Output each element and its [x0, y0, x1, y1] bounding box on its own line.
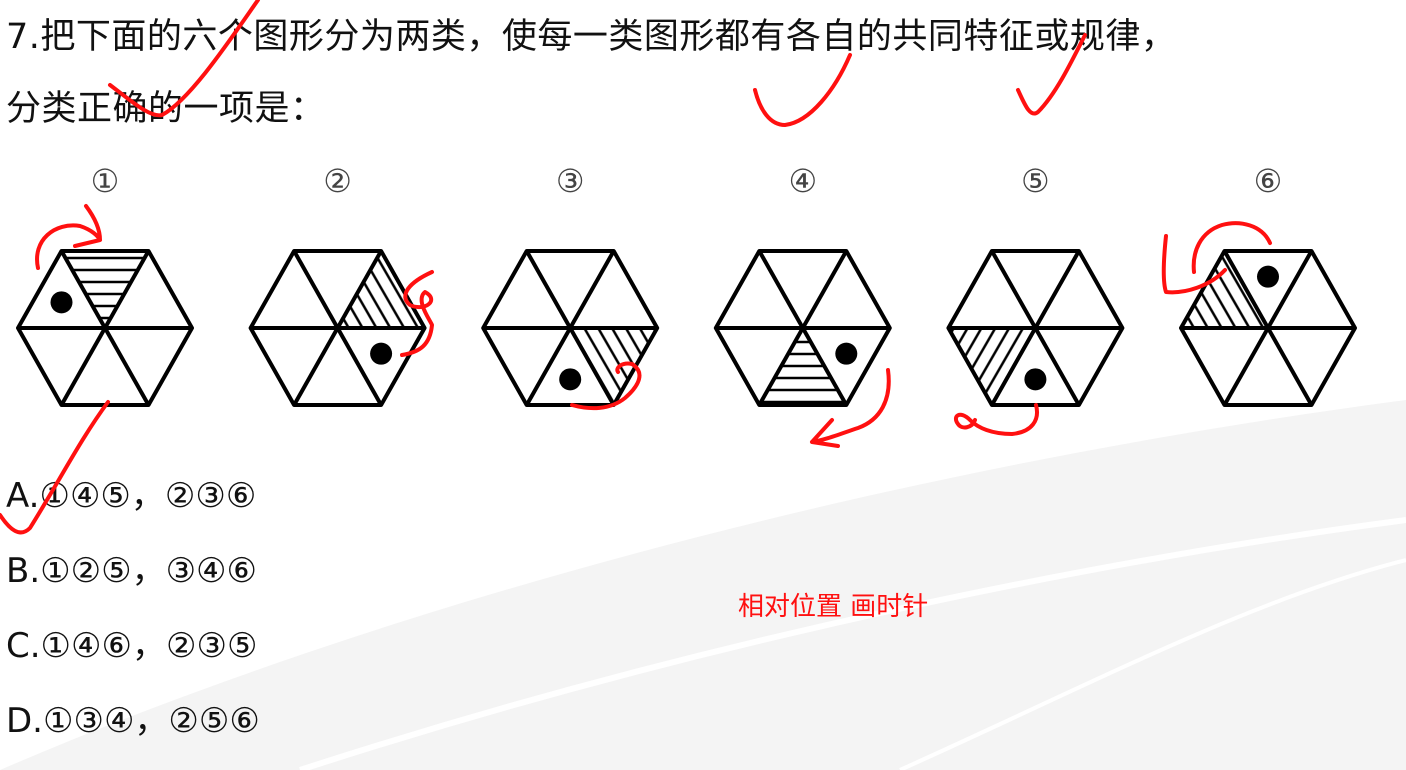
rotation-arrow-5	[953, 403, 1039, 436]
rotation-arrow-1	[35, 204, 102, 270]
rotation-arrow-6	[1161, 221, 1272, 295]
rotation-arrow-2	[400, 270, 434, 357]
check-mark-2	[753, 53, 852, 127]
rotation-arrow-3	[570, 361, 642, 411]
handwritten-annotations	[0, 0, 1272, 535]
check-mark-1	[108, 0, 260, 118]
rotation-arrow-4	[810, 368, 891, 448]
check-mark-3	[1016, 33, 1087, 116]
check-mark-option-a	[0, 400, 110, 535]
